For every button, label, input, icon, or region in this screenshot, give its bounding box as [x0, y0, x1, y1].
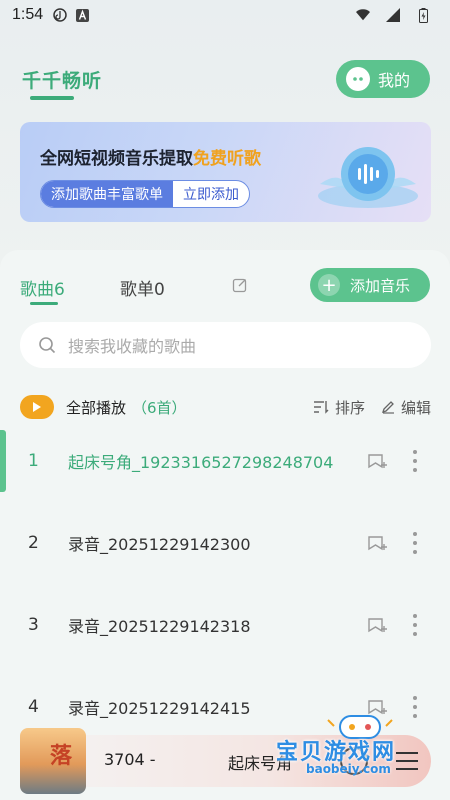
more-icon[interactable]: [410, 450, 420, 472]
add-to-playlist-icon[interactable]: [366, 450, 388, 472]
search-placeholder: 搜索我收藏的歌曲: [68, 337, 197, 356]
status-time: 1:54: [12, 6, 44, 23]
profile-icon: [346, 67, 370, 91]
edit-label: 编辑: [400, 398, 431, 417]
play-all-count: （6首）: [132, 398, 187, 417]
banner-title-main: 全网短视频音乐提取: [40, 149, 193, 169]
play-all-label[interactable]: 全部播放: [66, 397, 126, 418]
status-bar: 1:54: [0, 0, 450, 30]
tiktok-icon: [53, 8, 67, 22]
song-index: 1: [28, 451, 39, 471]
app-title: 千千畅听: [22, 70, 103, 92]
app-title-underline: [30, 96, 74, 100]
song-title: 录音_20251229142415: [68, 699, 251, 718]
add-music-label: 添加音乐: [350, 276, 411, 295]
search-input[interactable]: 搜索我收藏的歌曲: [20, 322, 431, 368]
song-index: 2: [28, 533, 39, 553]
play-icon: [33, 402, 41, 412]
edit-playlist-icon[interactable]: [232, 277, 248, 293]
song-title: 录音_20251229142318: [68, 617, 251, 636]
watermark-url: baobeiy.com: [306, 762, 391, 776]
add-to-playlist-icon[interactable]: [366, 532, 388, 554]
music-cloud-icon: [318, 147, 418, 208]
promo-banner[interactable]: 全网短视频音乐提取免费听歌 添加歌曲丰富歌单 立即添加: [20, 122, 431, 222]
banner-title-highlight: 免费听歌: [193, 149, 261, 169]
banner-pill-text: 添加歌曲丰富歌单: [41, 181, 173, 207]
song-row[interactable]: 3 录音_20251229142318: [0, 584, 450, 666]
signal-icon: [386, 8, 400, 22]
add-to-playlist-icon[interactable]: [366, 614, 388, 636]
now-playing-indicator: [0, 430, 6, 492]
tab-songs-underline: [30, 302, 58, 305]
player-track-text: 3704 -: [104, 750, 156, 769]
song-title: 起床号角_1923316527298248704: [68, 453, 334, 472]
song-title: 录音_20251229142300: [68, 535, 251, 554]
library-tabs: 歌曲6 歌单0 + 添加音乐: [20, 268, 440, 308]
song-index: 3: [28, 615, 39, 635]
sort-button[interactable]: 排序: [313, 397, 365, 418]
search-icon: [39, 337, 56, 354]
edit-button[interactable]: 编辑: [381, 397, 431, 418]
sort-label: 排序: [334, 398, 365, 417]
add-music-button[interactable]: + 添加音乐: [310, 268, 430, 302]
add-now-button[interactable]: 立即添加: [173, 181, 249, 207]
wifi-icon: [356, 8, 370, 22]
my-button-label: 我的: [378, 71, 411, 90]
a-icon: [75, 8, 89, 22]
play-all-row: 全部播放 （6首） 排序 编辑: [20, 392, 431, 422]
tab-playlists[interactable]: 歌单0: [120, 275, 165, 300]
plus-icon: +: [318, 274, 340, 296]
app-header: 千千畅听 我的: [0, 58, 450, 102]
song-index: 4: [28, 697, 39, 717]
album-art[interactable]: 落: [20, 728, 86, 794]
battery-icon: [416, 7, 430, 23]
song-row[interactable]: 1 起床号角_1923316527298248704: [0, 420, 450, 502]
album-art-text: 落: [50, 744, 73, 769]
sort-icon: [313, 401, 329, 414]
banner-title: 全网短视频音乐提取免费听歌: [40, 144, 261, 169]
banner-pill[interactable]: 添加歌曲丰富歌单 立即添加: [40, 180, 250, 208]
more-icon[interactable]: [410, 614, 420, 636]
more-icon[interactable]: [410, 532, 420, 554]
my-button[interactable]: 我的: [336, 60, 430, 98]
play-all-button[interactable]: [20, 395, 54, 419]
tab-songs[interactable]: 歌曲6: [20, 275, 65, 300]
song-row[interactable]: 2 录音_20251229142300: [0, 502, 450, 584]
pencil-icon: [381, 401, 394, 414]
